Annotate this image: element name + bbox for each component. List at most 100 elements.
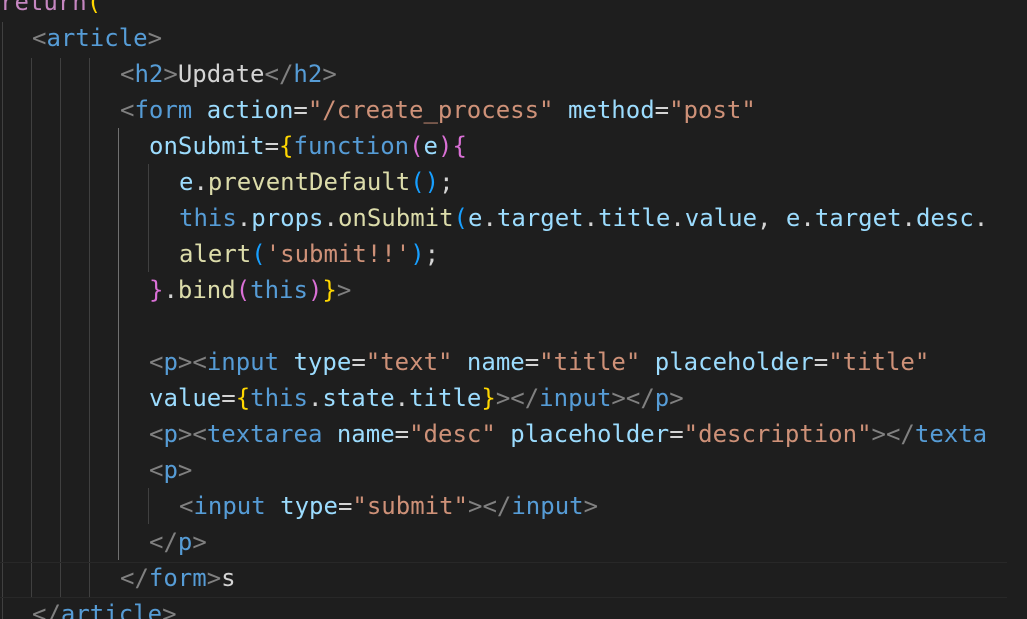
code-token: > — [163, 60, 178, 88]
code-token: > — [669, 384, 684, 412]
code-line[interactable]: }.bind(this)}> — [149, 272, 351, 308]
code-token: < — [32, 24, 47, 52]
code-token: ; — [439, 168, 454, 196]
code-token: "title" — [539, 348, 641, 376]
code-token: = — [524, 348, 540, 376]
code-token: ></ — [611, 384, 655, 412]
code-line[interactable]: <p><input type="text" name="title" place… — [149, 344, 929, 380]
code-token: ( — [409, 132, 424, 160]
indent-guide — [60, 58, 61, 598]
code-line[interactable]: alert('submit!!'); — [179, 236, 439, 272]
code-token: alert — [179, 240, 252, 268]
code-token: . — [583, 204, 599, 232]
code-token: form — [148, 564, 207, 592]
code-token: > — [336, 276, 352, 304]
code-token: "desc" — [409, 420, 496, 448]
code-line[interactable]: e.preventDefault(); — [179, 164, 454, 200]
code-token: "text" — [365, 348, 453, 376]
code-token: < — [120, 60, 135, 88]
code-token: props — [251, 204, 324, 232]
code-token: < — [149, 420, 164, 448]
code-token: = — [264, 132, 280, 160]
code-token: . — [800, 204, 815, 232]
code-token: ) — [410, 240, 425, 268]
code-token: value — [684, 204, 758, 232]
code-line[interactable]: </form>s — [120, 560, 236, 596]
code-token: </ — [149, 528, 178, 556]
code-token: > — [192, 528, 207, 556]
code-token: state — [322, 384, 395, 412]
code-token: title — [598, 204, 671, 232]
code-token: name — [466, 348, 525, 376]
code-line[interactable]: <article> — [32, 20, 162, 56]
code-token: e — [179, 168, 194, 196]
code-token: p — [163, 456, 178, 484]
code-token: h2 — [293, 60, 323, 88]
code-token: "description" — [683, 420, 872, 448]
code-token: input — [539, 384, 612, 412]
code-token: target — [814, 204, 902, 232]
code-token: input — [206, 348, 280, 376]
code-line[interactable]: return( — [0, 0, 101, 20]
code-token: < — [149, 348, 164, 376]
code-token: () — [410, 168, 440, 196]
code-token: > — [206, 564, 222, 592]
code-token: p — [163, 348, 178, 376]
code-token: name — [336, 420, 395, 448]
code-line[interactable]: value={this.state.title}></input></p> — [149, 380, 684, 416]
code-line[interactable]: <p> — [149, 452, 192, 488]
code-token: ) — [438, 132, 453, 160]
code-token: < — [149, 456, 164, 484]
code-line[interactable]: <h2>Update</h2> — [120, 56, 337, 92]
code-token: ) — [307, 276, 323, 304]
code-token: 'submit!!' — [265, 240, 411, 268]
code-line[interactable]: </p> — [149, 524, 207, 560]
code-token: onSubmit — [337, 204, 454, 232]
code-token: "post" — [669, 96, 756, 124]
code-token: = — [813, 348, 829, 376]
code-token: title — [409, 384, 482, 412]
code-token: type — [293, 348, 352, 376]
code-token: , — [757, 204, 786, 232]
code-token: < — [120, 96, 135, 124]
code-token: { — [235, 384, 251, 412]
indent-guide — [148, 164, 149, 272]
code-line[interactable]: <form action="/create_process" method="p… — [120, 92, 756, 128]
code-token: . — [323, 204, 338, 232]
code-line[interactable]: </article> — [32, 596, 177, 619]
indent-guide — [31, 58, 32, 598]
code-token: . — [163, 276, 178, 304]
code-token: action — [206, 96, 294, 124]
indent-guide — [2, 22, 3, 619]
code-line[interactable]: <p><textarea name="desc" placeholder="de… — [149, 416, 987, 452]
code-token: type — [280, 492, 338, 520]
code-token: this — [250, 384, 308, 412]
code-line[interactable]: <input type="submit"></input> — [179, 488, 598, 524]
code-token: ></ — [495, 384, 540, 412]
code-token: p — [177, 528, 193, 556]
code-token: ( — [453, 204, 468, 232]
code-token: = — [293, 96, 308, 124]
code-token: p — [163, 420, 178, 448]
code-token: Update — [177, 60, 265, 88]
code-token: . — [973, 204, 989, 232]
code-token: bind — [177, 276, 236, 304]
code-token: > — [322, 60, 337, 88]
code-token: texta — [914, 420, 988, 448]
code-line[interactable]: this.props.onSubmit(e.target.title.value… — [179, 200, 988, 236]
code-token: function — [293, 132, 410, 160]
code-token: . — [670, 204, 685, 232]
code-line[interactable]: onSubmit={function(e){ — [149, 128, 467, 164]
code-token: = — [221, 384, 236, 412]
code-token: value — [149, 384, 222, 412]
code-token: . — [236, 204, 252, 232]
code-token: . — [193, 168, 208, 196]
code-editor[interactable]: return(<article> <h2>Update</h2> <form act… — [0, 0, 1027, 619]
code-token: input — [511, 492, 584, 520]
